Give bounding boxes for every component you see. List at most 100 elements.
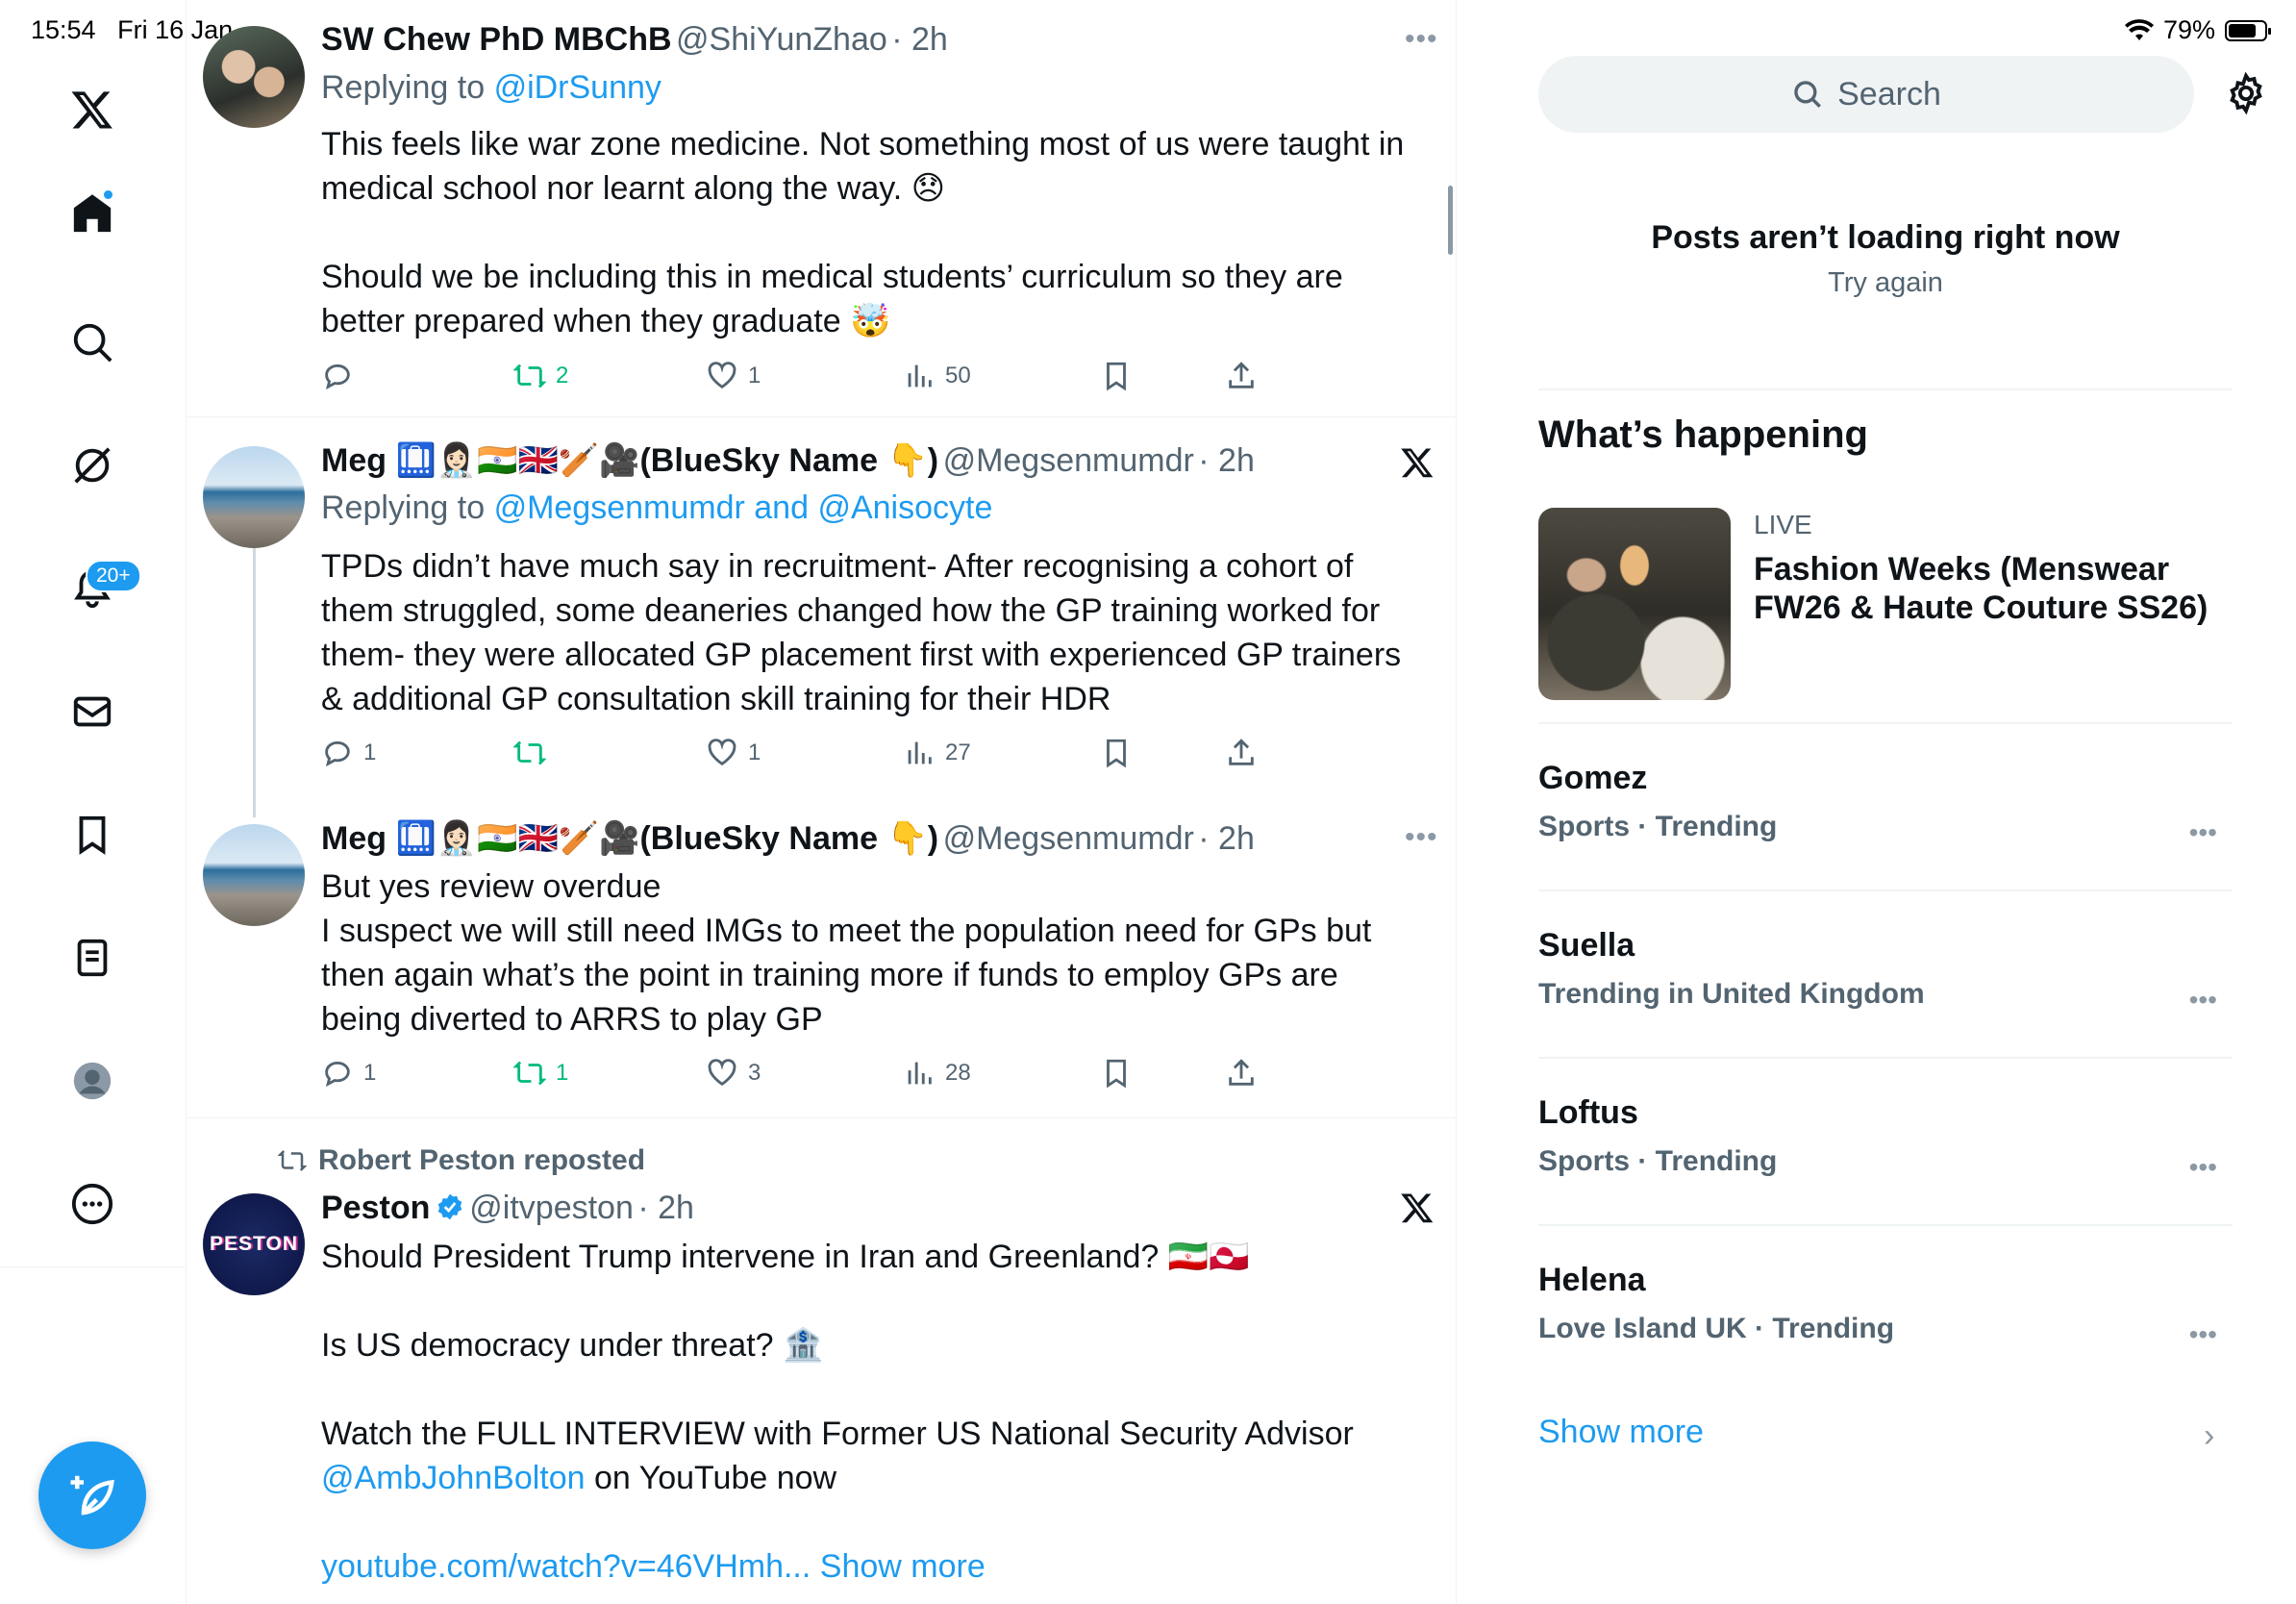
trend-name: Gomez bbox=[1538, 760, 1648, 796]
like-button[interactable]: 1 bbox=[706, 737, 761, 769]
views-button[interactable]: 27 bbox=[903, 737, 971, 769]
scrollbar-thumb[interactable] bbox=[1448, 186, 1453, 255]
like-button[interactable]: 3 bbox=[706, 1057, 761, 1090]
share-button[interactable] bbox=[1225, 737, 1258, 769]
author-name[interactable]: Meg 🛄👩🏻‍⚕️🇮🇳🇬🇧🏏🎥(BlueSky Name 👇) bbox=[321, 820, 938, 857]
trend-item[interactable]: Suella Trending in United Kingdom ••• bbox=[1538, 927, 2233, 1015]
author-handle[interactable]: @Megsenmumdr bbox=[943, 442, 1194, 479]
repost-context-label[interactable]: Robert Peston reposted bbox=[318, 1144, 645, 1177]
timeline: SW Chew PhD MBChB @ShiYunZhao · 2h ••• R… bbox=[186, 0, 1457, 1604]
tweet-text-line: being diverted to ARRS to play GP bbox=[321, 1001, 823, 1038]
trend-image[interactable] bbox=[1538, 508, 1731, 700]
more-dots-icon[interactable]: ••• bbox=[1405, 821, 1438, 854]
replying-label: Replying to bbox=[321, 489, 486, 526]
repost-button[interactable]: 1 bbox=[513, 1057, 568, 1090]
tweet-text-line: Should President Trump intervene in Iran… bbox=[321, 1239, 1250, 1275]
repost-icon bbox=[513, 363, 546, 388]
trend-meta: Love Island UK · Trending bbox=[1538, 1313, 1895, 1344]
search-icon[interactable] bbox=[58, 308, 127, 377]
more-dots-icon[interactable]: ••• bbox=[2189, 1152, 2217, 1183]
repost-context: Robert Peston reposted bbox=[278, 1144, 645, 1177]
tweet-text-line-with-mention: @AmbJohnBolton on YouTube now bbox=[321, 1456, 836, 1500]
replying-to-link[interactable]: @Megsenmumdr and @Anisocyte bbox=[494, 489, 993, 526]
author-name[interactable]: Peston bbox=[321, 1190, 430, 1226]
tweet-text-line: them- they were allocated GP placement f… bbox=[321, 637, 1402, 673]
divider bbox=[187, 416, 1456, 417]
grok-icon[interactable] bbox=[58, 431, 127, 500]
tweet-text-line: TPDs didn’t have much say in recruitment… bbox=[321, 548, 1354, 585]
author-handle[interactable]: @Megsenmumdr bbox=[943, 820, 1194, 857]
avatar[interactable]: PESTON bbox=[203, 1193, 305, 1295]
avatar-text: PESTON bbox=[210, 1233, 298, 1255]
views-icon bbox=[908, 1062, 932, 1085]
reply-button[interactable]: 1 bbox=[321, 737, 376, 769]
views-icon bbox=[908, 741, 932, 764]
views-count: 27 bbox=[945, 739, 971, 765]
home-icon[interactable] bbox=[58, 179, 127, 248]
repost-button[interactable]: 2 bbox=[513, 360, 568, 392]
repost-button[interactable] bbox=[513, 737, 556, 769]
author-name[interactable]: Meg 🛄👩🏻‍⚕️🇮🇳🇬🇧🏏🎥(BlueSky Name 👇) bbox=[321, 442, 938, 479]
heart-icon bbox=[708, 739, 736, 766]
trend-item[interactable]: Helena Love Island UK · Trending ••• bbox=[1538, 1262, 2233, 1349]
messages-envelope-icon[interactable] bbox=[58, 677, 127, 746]
reply-icon bbox=[325, 1062, 350, 1088]
author-name[interactable]: SW Chew PhD MBChB bbox=[321, 21, 672, 58]
mention-link[interactable]: @AmbJohnBolton bbox=[321, 1460, 586, 1496]
more-dots-icon[interactable]: ••• bbox=[2189, 817, 2217, 848]
avatar[interactable] bbox=[203, 446, 305, 548]
lists-icon[interactable] bbox=[58, 923, 127, 992]
post-time: · 2h bbox=[1198, 442, 1255, 479]
verified-badge-icon bbox=[437, 1193, 462, 1220]
trend-item[interactable]: Loftus Sports · Trending ••• bbox=[1538, 1094, 2233, 1182]
try-again-link[interactable]: Try again bbox=[1538, 267, 2233, 299]
like-button[interactable]: 1 bbox=[706, 360, 761, 392]
bookmarks-icon[interactable] bbox=[58, 800, 127, 869]
search-input[interactable]: Search bbox=[1538, 56, 2194, 133]
tweet-text-line: & additional GP consultation skill train… bbox=[321, 681, 1111, 717]
live-event-title[interactable]: Fashion Weeks (Menswear FW26 & Haute Cou… bbox=[1754, 550, 2208, 627]
bookmark-button[interactable] bbox=[1100, 1057, 1133, 1090]
reply-button[interactable] bbox=[321, 360, 363, 392]
reply-icon bbox=[325, 364, 350, 390]
x-logo-icon[interactable] bbox=[58, 75, 127, 144]
trend-meta: Sports · Trending bbox=[1538, 811, 1778, 842]
bookmark-button[interactable] bbox=[1100, 737, 1133, 769]
show-more-link[interactable]: Show more bbox=[1538, 1414, 1704, 1451]
reply-count: 1 bbox=[363, 1060, 377, 1086]
trend-item[interactable]: Gomez Sports · Trending ••• bbox=[1538, 760, 2233, 847]
repost-icon bbox=[513, 1061, 546, 1086]
replying-label: Replying to bbox=[321, 69, 486, 106]
reply-count: 1 bbox=[363, 739, 377, 765]
more-dots-icon[interactable]: ••• bbox=[2189, 985, 2217, 1015]
x-logo-icon[interactable] bbox=[1400, 445, 1435, 480]
repost-icon bbox=[278, 1150, 307, 1171]
divider bbox=[1538, 722, 2233, 724]
views-button[interactable]: 28 bbox=[903, 1057, 971, 1090]
more-dots-icon[interactable]: ••• bbox=[2189, 1319, 2217, 1350]
more-options-icon[interactable] bbox=[58, 1169, 127, 1239]
post-time: · 2h bbox=[891, 21, 948, 58]
bookmark-button[interactable] bbox=[1100, 360, 1133, 392]
bookmark-icon bbox=[1107, 739, 1126, 768]
reply-button[interactable]: 1 bbox=[321, 1057, 376, 1090]
views-button[interactable]: 50 bbox=[903, 360, 971, 392]
gear-icon[interactable] bbox=[2224, 71, 2268, 115]
error-title: Posts aren’t loading right now bbox=[1651, 219, 2120, 256]
author-handle[interactable]: @ShiYunZhao bbox=[676, 21, 887, 58]
share-icon bbox=[1229, 739, 1254, 765]
avatar[interactable] bbox=[203, 824, 305, 926]
replying-to-link[interactable]: @iDrSunny bbox=[494, 69, 661, 106]
profile-avatar-icon[interactable] bbox=[58, 1046, 127, 1115]
share-button[interactable] bbox=[1225, 1057, 1258, 1090]
avatar[interactable] bbox=[203, 26, 305, 128]
compose-post-button[interactable] bbox=[38, 1441, 146, 1549]
more-dots-icon[interactable]: ••• bbox=[1405, 23, 1438, 56]
show-more-link[interactable]: Show more bbox=[811, 1548, 986, 1585]
divider bbox=[187, 1117, 1456, 1118]
x-logo-icon[interactable] bbox=[1400, 1190, 1435, 1225]
heart-icon bbox=[708, 362, 736, 389]
author-handle[interactable]: @itvpeston bbox=[469, 1190, 634, 1226]
url-link[interactable]: youtube.com/watch?v=46VHmh... bbox=[321, 1548, 811, 1585]
share-button[interactable] bbox=[1225, 360, 1258, 392]
